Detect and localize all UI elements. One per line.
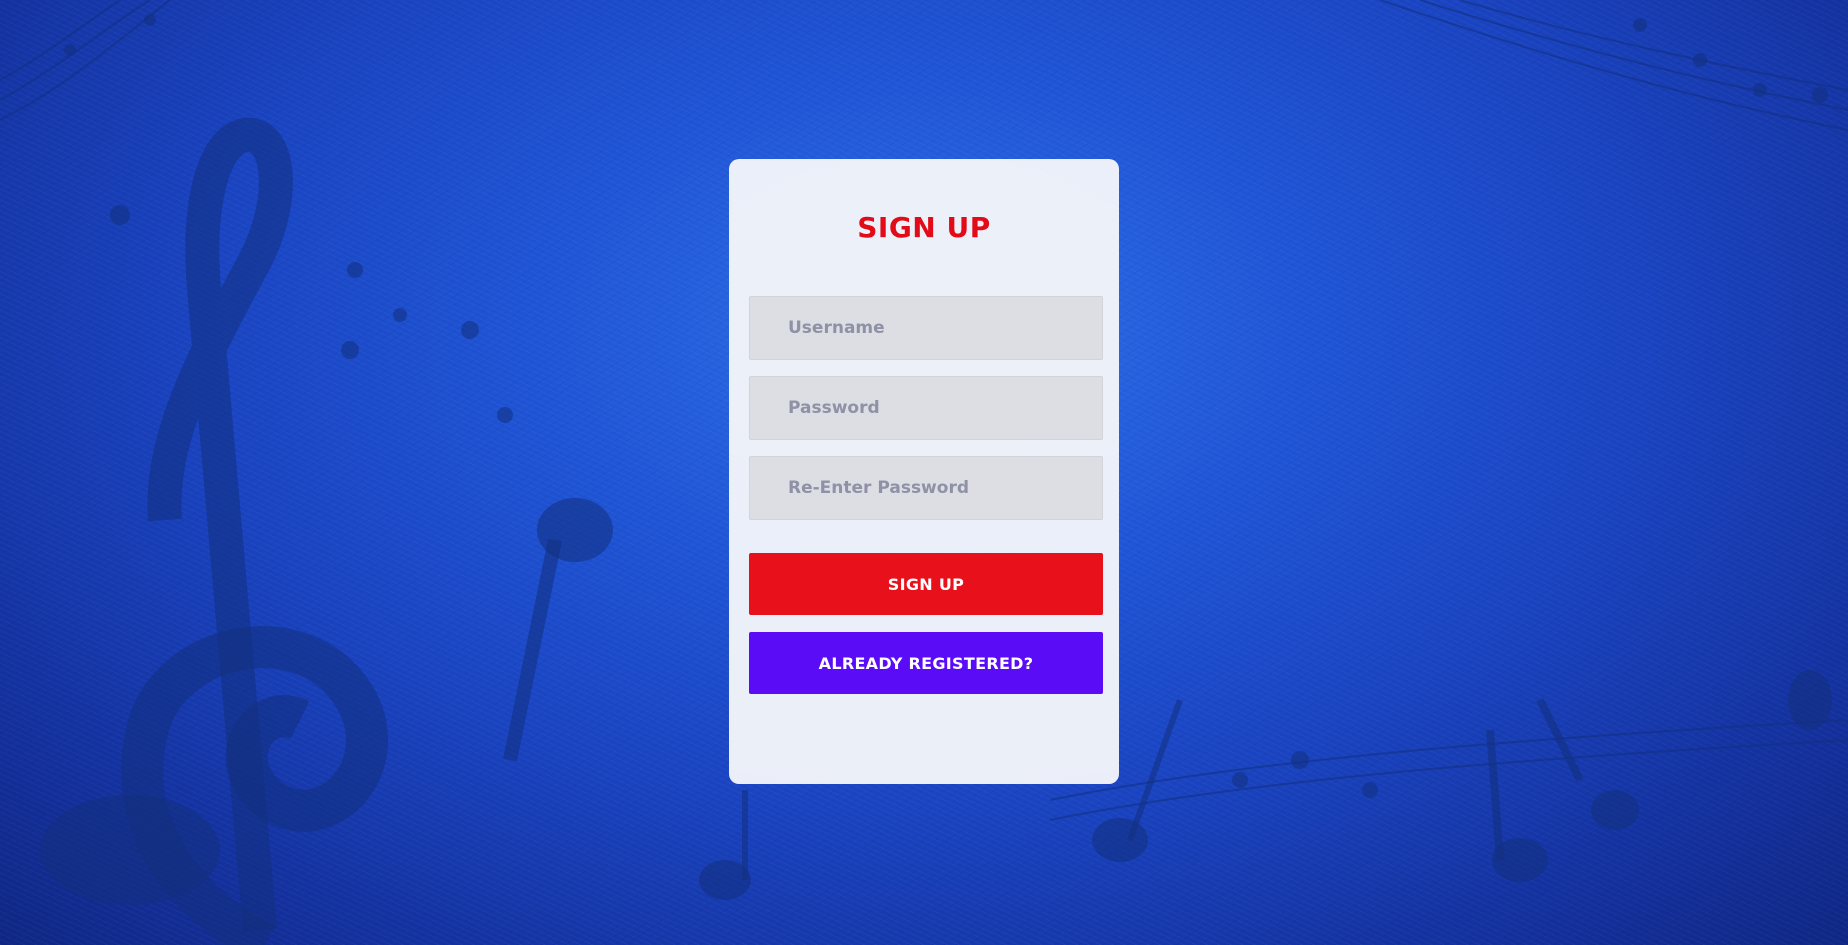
username-input[interactable] — [749, 296, 1103, 360]
reenter-password-input[interactable] — [749, 456, 1103, 520]
password-input[interactable] — [749, 376, 1103, 440]
signup-card: SIGN UP SIGN UP ALREADY REGISTERED? — [729, 159, 1119, 784]
signup-button[interactable]: SIGN UP — [749, 553, 1103, 615]
signup-title: SIGN UP — [857, 211, 991, 244]
already-registered-button[interactable]: ALREADY REGISTERED? — [749, 632, 1103, 694]
